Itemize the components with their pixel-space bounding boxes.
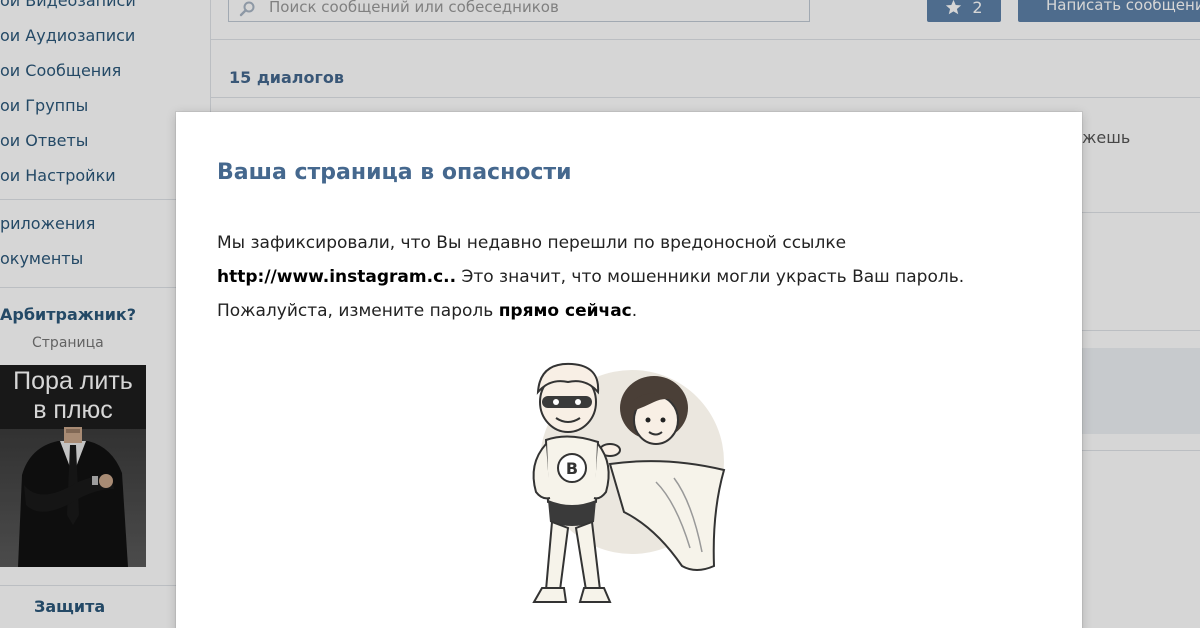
- message-emphasis: прямо сейчас: [498, 301, 632, 321]
- modal-title: Ваша страница в опасности: [217, 160, 572, 185]
- superhero-illustration: B: [532, 362, 726, 603]
- svg-text:B: B: [566, 459, 578, 478]
- message-part1: Мы зафиксировали, что Вы недавно перешли…: [217, 233, 847, 253]
- message-end: .: [631, 301, 638, 321]
- malicious-link: http://www.instagram.c..: [217, 267, 457, 287]
- warning-modal: Ваша страница в опасности Мы зафиксирова…: [176, 112, 1082, 628]
- modal-message: Мы зафиксировали, что Вы недавно перешли…: [217, 226, 1037, 328]
